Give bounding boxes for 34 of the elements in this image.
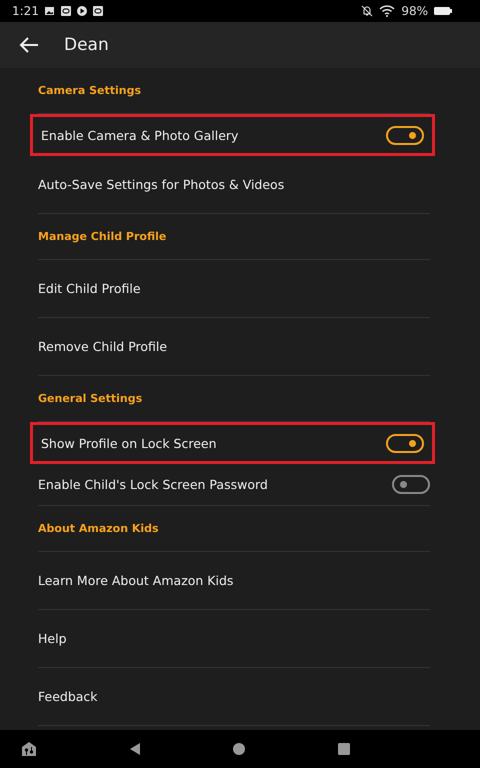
highlighted-setting-row[interactable]: Show Profile on Lock Screen	[30, 422, 435, 464]
setting-label: Enable Camera & Photo Gallery	[41, 128, 238, 142]
section-heading: General Settings	[38, 392, 142, 405]
section-heading: Camera Settings	[38, 84, 142, 97]
setting-row[interactable]: Enable Child's Lock Screen Password	[38, 464, 430, 506]
menu-item[interactable]: Learn More About Amazon Kids	[38, 573, 234, 588]
menu-item[interactable]: Remove Child Profile	[38, 339, 168, 354]
setting-label: Show Profile on Lock Screen	[41, 436, 217, 450]
home-circle-icon[interactable]	[232, 742, 246, 756]
section-heading: Manage Child Profile	[38, 230, 166, 243]
shopping-app-icon	[92, 6, 103, 16]
section-heading: About Amazon Kids	[38, 522, 159, 535]
toggle-switch[interactable]	[392, 475, 430, 494]
page-title: Dean	[64, 35, 109, 55]
play-icon	[76, 6, 87, 16]
wifi-icon	[379, 5, 396, 17]
setting-label: Enable Child's Lock Screen Password	[38, 477, 268, 492]
highlighted-setting-row[interactable]: Enable Camera & Photo Gallery	[30, 114, 435, 156]
menu-item[interactable]: Auto-Save Settings for Photos & Videos	[38, 177, 284, 192]
recents-square-icon[interactable]	[338, 743, 350, 755]
menu-item[interactable]: Edit Child Profile	[38, 281, 141, 296]
muted-bell-icon	[361, 5, 374, 17]
toggle-switch[interactable]	[386, 126, 424, 144]
image-icon	[44, 6, 55, 16]
menu-item[interactable]: Feedback	[38, 689, 98, 704]
back-triangle-icon[interactable]	[128, 742, 141, 756]
kids-home-icon[interactable]	[21, 741, 37, 757]
back-arrow-icon[interactable]	[19, 36, 39, 54]
battery-percent: 98%	[401, 4, 428, 18]
menu-item[interactable]: Help	[38, 631, 66, 646]
toggle-switch[interactable]	[386, 434, 424, 452]
battery-icon	[434, 6, 452, 16]
shopping-app-icon	[60, 6, 71, 16]
status-time: 1:21	[12, 4, 39, 18]
